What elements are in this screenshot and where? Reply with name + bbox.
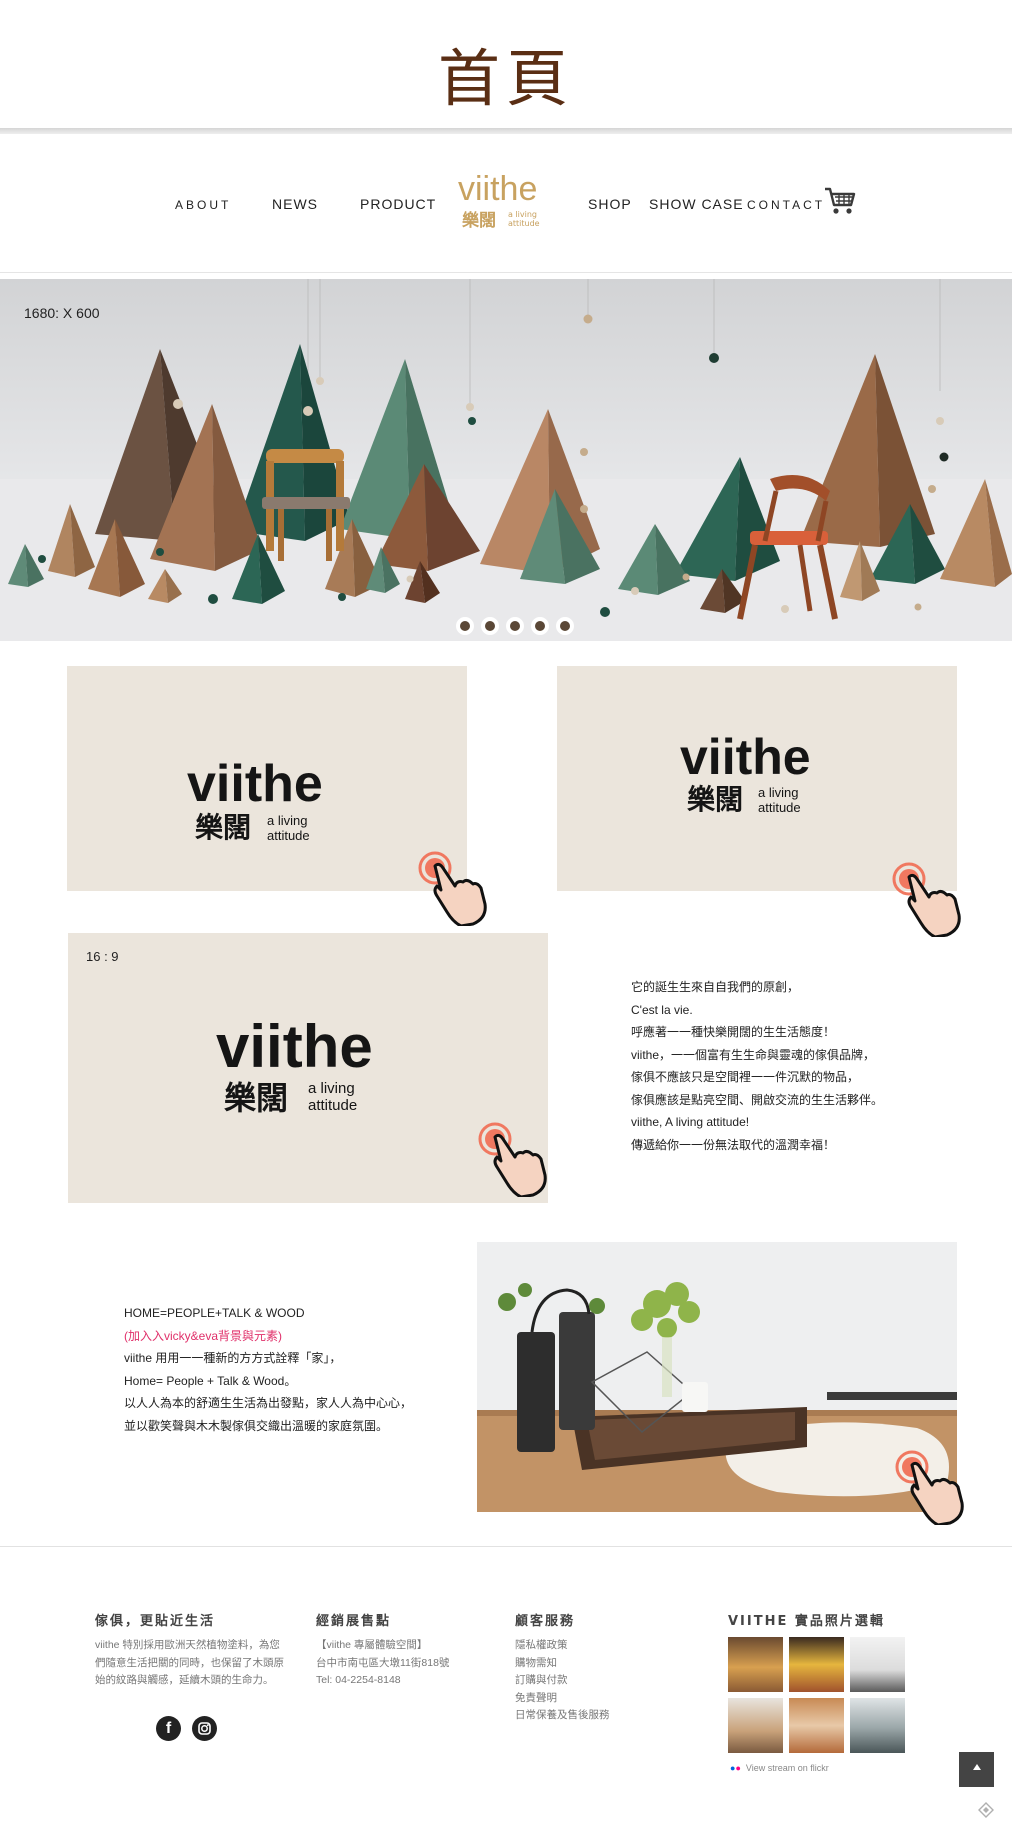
flickr-dot-pink: ● <box>735 1763 741 1773</box>
intro-line: 傳遞給你一一份無法取代的溫潤幸福！ <box>631 1137 836 1152</box>
heading-divider <box>0 128 1012 134</box>
home-line: 並以歡笑聲與木木製傢俱交織出溫暖的家庭氛圍。 <box>124 1418 389 1433</box>
site-logo[interactable]: viithe 樂闊 a living attitude <box>456 170 566 231</box>
tap-hand-icon <box>892 862 961 937</box>
product-photo[interactable] <box>477 1242 957 1512</box>
intro-line: 呼應著一一種快樂開闊的生生活態度！ <box>631 1025 836 1039</box>
slider-dot-1[interactable] <box>456 617 474 635</box>
shopping-cart-icon[interactable] <box>824 186 856 216</box>
footer-link-privacy[interactable]: 隱私權政策 <box>515 1637 655 1655</box>
nav-divider <box>0 272 1012 273</box>
footer-link-disclaimer[interactable]: 免責聲明 <box>515 1690 655 1708</box>
brand-intro-text: 它的誕生生來自自我們的原創， C'est la vie. 呼應著一一種快樂開闊的… <box>631 976 931 1156</box>
footer-link-order-payment[interactable]: 訂購與付款 <box>515 1672 655 1690</box>
chevron-up-icon <box>972 1764 981 1770</box>
footer-link-care-service[interactable]: 日常保養及售後服務 <box>515 1707 655 1725</box>
footer-dealer-line: 台中市南屯區大墩11街818號 <box>316 1656 450 1669</box>
footer-title-gallery: VIITHE 實品照片選輯 <box>728 1614 885 1629</box>
intro-line: 傢俱不應該只是空間裡一一件沉默的物品， <box>631 1070 860 1084</box>
nav-about[interactable]: ABOUT <box>175 198 231 212</box>
intro-line: viithe，一一個富有生生命與靈魂的傢俱品牌， <box>631 1047 876 1062</box>
brand-tagline-1: a living <box>308 1080 355 1097</box>
slider-pagination <box>456 617 574 637</box>
brand-wordmark: viithe <box>187 755 323 813</box>
footer-dealer-line: 【viithe 專屬體驗空間】 <box>316 1639 428 1651</box>
intro-line: 它的誕生生來自自我們的原創， <box>631 980 800 994</box>
brand-tagline-2: attitude <box>758 800 801 815</box>
nav-shop[interactable]: SHOP <box>588 196 632 212</box>
footer-title-dealers: 經銷展售點 <box>316 1614 392 1629</box>
logo-tagline: a living attitude <box>508 210 540 228</box>
logo-chinese-name: 樂闊 <box>462 211 496 231</box>
footer-about-line: viithe 特別採用歐洲天然植物塗料，為您 <box>95 1639 280 1651</box>
nav-product[interactable]: PRODUCT <box>360 196 436 212</box>
intro-line: 傢俱應該是點亮空間、開啟交流的生生活夥伴。 <box>631 1092 884 1107</box>
footer-service-links: 隱私權政策 購物需知 訂購與付款 免責聲明 日常保養及售後服務 <box>515 1637 655 1725</box>
tap-hand-icon <box>895 1450 964 1525</box>
nav-showcase[interactable]: SHOW CASE <box>649 196 744 212</box>
slider-dot-4[interactable] <box>531 617 549 635</box>
home-line: HOME=PEOPLE+TALK & WOOD <box>124 1306 305 1320</box>
nav-news[interactable]: NEWS <box>272 196 318 212</box>
tap-hand-icon <box>478 1122 547 1197</box>
home-line: Home= People + Talk & Wood。 <box>124 1373 297 1388</box>
gallery-thumbnail[interactable] <box>850 1637 905 1692</box>
slider-dot-3[interactable] <box>506 617 524 635</box>
home-concept-text: HOME=PEOPLE+TALK & WOOD (加入入vicky&eva背景與… <box>124 1302 454 1437</box>
footer-title-about: 傢俱，更貼近生活 <box>95 1614 216 1629</box>
page-title: 首頁 <box>437 42 574 115</box>
gallery-thumbnail[interactable] <box>850 1698 905 1753</box>
brand-chinese-name: 樂闊 <box>687 783 744 816</box>
brand-tagline-2: attitude <box>267 828 310 843</box>
main-navigation: ABOUT NEWS PRODUCT viithe 樂闊 a living at… <box>0 170 1012 240</box>
footer-about-text: viithe 特別採用歐洲天然植物塗料，為您 們隨意生活把關的同時，也保留了木頭… <box>95 1637 295 1690</box>
footer-about-line: 們隨意生活把關的同時，也保留了木頭原 <box>95 1656 284 1669</box>
brand-logo: viithe 樂闊 a living attitude <box>680 729 850 816</box>
slider-dot-5[interactable] <box>556 617 574 635</box>
footer-title-service: 顧客服務 <box>515 1614 576 1629</box>
intro-line: C'est la vie. <box>631 1002 693 1017</box>
brand-wordmark: viithe <box>680 729 811 785</box>
gallery-thumbnail[interactable] <box>728 1637 783 1692</box>
footer-link-shopping-info[interactable]: 購物需知 <box>515 1655 655 1673</box>
brand-logo: viithe 樂闊 a living attitude <box>216 1013 416 1118</box>
home-note-pink: (加入入vicky&eva背景與元素) <box>124 1328 283 1343</box>
card-dimension-label: 16 : 9 <box>86 949 119 964</box>
brand-chinese-name: 樂闊 <box>195 811 252 844</box>
back-to-top-icon[interactable] <box>959 1752 994 1787</box>
brand-chinese-name: 樂闊 <box>224 1079 289 1117</box>
footer-dealer-line: Tel: 04-2254-8148 <box>316 1674 401 1686</box>
flickr-stream-link[interactable]: ●● View stream on flickr <box>730 1763 829 1773</box>
brand-logo: viithe 樂闊 a living attitude <box>187 755 357 844</box>
footer-dealer-text: 【viithe 專屬體驗空間】 台中市南屯區大墩11街818號 Tel: 04-… <box>316 1637 496 1690</box>
hero-dimension-label: 1680: X 600 <box>24 305 100 321</box>
footer-about-line: 始的紋路與觸感，延續木頭的生命力。 <box>95 1674 274 1686</box>
slider-dot-2[interactable] <box>481 617 499 635</box>
hero-banner[interactable]: 1680: X 600 <box>0 279 1012 641</box>
tabletop-still-life-illustration <box>477 1242 957 1512</box>
brand-tagline-1: a living <box>267 813 308 828</box>
intro-line: viithe, A living attitude! <box>631 1115 750 1129</box>
tap-hand-icon <box>418 851 487 926</box>
nav-contact[interactable]: CONTACT <box>747 198 825 212</box>
gallery-thumbnail[interactable] <box>728 1698 783 1753</box>
hero-pyramids-illustration <box>0 279 1012 641</box>
footer-divider <box>0 1546 1012 1547</box>
brand-wordmark: viithe <box>216 1013 373 1080</box>
flickr-link-text: View stream on flickr <box>745 1763 829 1773</box>
home-line: 以人人為本的舒適生生活為出發點，家人人為中心心， <box>124 1396 413 1410</box>
instagram-icon[interactable] <box>192 1716 217 1741</box>
facebook-icon[interactable]: f <box>156 1716 181 1741</box>
brand-tagline-1: a living <box>758 785 799 800</box>
instagram-glyph <box>198 1722 211 1735</box>
gallery-thumbnail[interactable] <box>789 1698 844 1753</box>
gallery-thumbnail[interactable] <box>789 1637 844 1692</box>
brand-tagline-2: attitude <box>308 1097 358 1114</box>
brand-card-left[interactable]: viithe 樂闊 a living attitude <box>67 666 467 891</box>
logo-wordmark: viithe <box>458 170 538 208</box>
home-line: viithe 用用一一種新的方方式詮釋「家」， <box>124 1351 342 1365</box>
diamond-icon <box>978 1802 994 1818</box>
